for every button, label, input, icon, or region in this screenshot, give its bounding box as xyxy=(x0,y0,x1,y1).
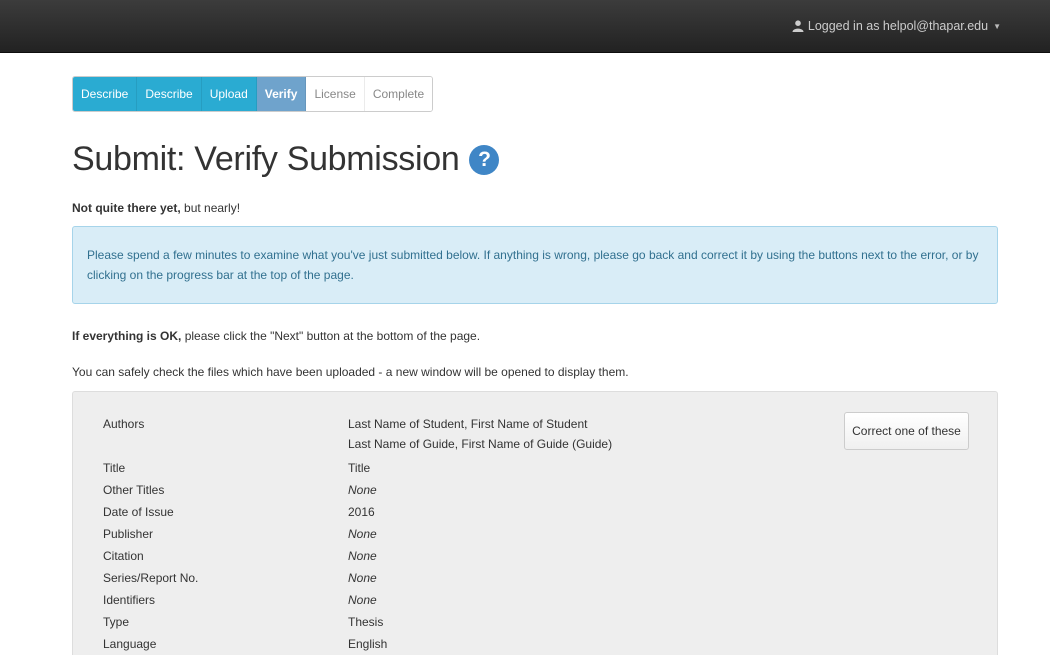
metadata-label: Language xyxy=(103,637,157,651)
metadata-row-publisher: Publisher None xyxy=(103,524,377,544)
metadata-label: Series/Report No. xyxy=(103,571,199,585)
metadata-value: None xyxy=(348,571,377,585)
review-panel: Authors Last Name of Student, First Name… xyxy=(72,391,998,655)
ok-instruction-bold: If everything is OK, xyxy=(72,329,182,343)
metadata-label: Authors xyxy=(103,417,145,431)
metadata-value: English xyxy=(348,637,388,651)
metadata-row-authors: Authors Last Name of Student, First Name… xyxy=(103,414,612,454)
step-describe-2[interactable]: Describe xyxy=(137,77,202,111)
metadata-value: 2016 xyxy=(348,505,375,519)
metadata-label: Type xyxy=(103,615,130,629)
metadata-row-date-of-issue: Date of Issue 2016 xyxy=(103,502,375,522)
ok-instruction: If everything is OK, please click the "N… xyxy=(72,329,480,343)
chevron-down-icon: ▼ xyxy=(993,21,1001,31)
page-title: Submit: Verify Submission xyxy=(72,140,460,178)
user-icon xyxy=(792,20,804,32)
metadata-label: Citation xyxy=(103,549,144,563)
user-menu[interactable]: Logged in as helpol@thapar.edu ▼ xyxy=(792,19,1001,33)
metadata-value: None xyxy=(348,527,377,541)
metadata-row-other-titles: Other Titles None xyxy=(103,480,377,500)
user-menu-label: Logged in as helpol@thapar.edu xyxy=(807,19,989,33)
status-message-rest: but nearly! xyxy=(180,201,241,215)
step-upload[interactable]: Upload xyxy=(201,77,257,111)
metadata-row-series-report-no: Series/Report No. None xyxy=(103,568,377,588)
info-alert: Please spend a few minutes to examine wh… xyxy=(72,226,998,304)
status-message-bold: Not quite there yet, xyxy=(72,201,181,215)
step-license: License xyxy=(306,77,365,111)
metadata-value: Last Name of Student, First Name of Stud… xyxy=(348,417,588,431)
status-message: Not quite there yet, but nearly! xyxy=(72,201,240,215)
step-verify[interactable]: Verify xyxy=(256,77,307,111)
top-navbar: Logged in as helpol@thapar.edu ▼ xyxy=(0,0,1050,53)
metadata-row-citation: Citation None xyxy=(103,546,377,566)
page-heading: Submit: Verify Submission ? xyxy=(72,140,500,179)
metadata-label: Publisher xyxy=(103,527,154,541)
metadata-label: Title xyxy=(103,461,126,475)
step-describe-1[interactable]: Describe xyxy=(73,77,138,111)
ok-instruction-rest: please click the "Next" button at the bo… xyxy=(181,329,481,343)
metadata-value: Last Name of Guide, First Name of Guide … xyxy=(348,437,613,451)
metadata-value: Title xyxy=(348,461,371,475)
metadata-label: Date of Issue xyxy=(103,505,174,519)
metadata-row-title: Title Title xyxy=(103,458,370,478)
metadata-value: None xyxy=(348,549,377,563)
files-note: You can safely check the files which hav… xyxy=(72,365,629,379)
metadata-row-identifiers: Identifiers None xyxy=(103,590,377,610)
metadata-label: Other Titles xyxy=(103,483,165,497)
metadata-value: Thesis xyxy=(348,615,384,629)
step-complete: Complete xyxy=(364,77,433,111)
submission-progress-bar: Describe Describe Upload Verify License … xyxy=(72,76,434,112)
metadata-label: Identifiers xyxy=(103,593,156,607)
metadata-row-type: Type Thesis xyxy=(103,612,383,632)
metadata-row-language: Language English xyxy=(103,634,387,654)
help-icon[interactable]: ? xyxy=(469,144,500,175)
correct-metadata-button[interactable]: Correct one of these xyxy=(844,412,969,450)
metadata-value: None xyxy=(348,593,377,607)
metadata-value: None xyxy=(348,483,377,497)
